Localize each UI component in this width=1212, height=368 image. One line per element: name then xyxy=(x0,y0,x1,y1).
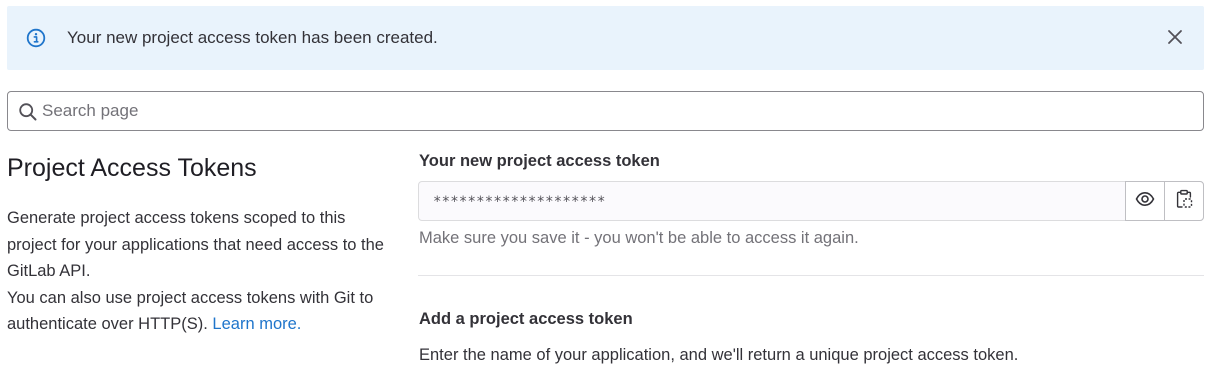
add-token-title: Add a project access token xyxy=(419,310,633,328)
alert-message: Your new project access token has been c… xyxy=(67,28,438,47)
eye-icon xyxy=(1135,189,1155,214)
search-icon xyxy=(18,102,38,122)
info-icon xyxy=(26,28,46,48)
masked-token-value[interactable]: ******************** xyxy=(433,192,606,212)
new-token-label: Your new project access token xyxy=(419,152,660,170)
page-title: Project Access Tokens xyxy=(7,154,257,182)
search-input[interactable] xyxy=(42,98,1182,124)
clipboard-icon xyxy=(1174,189,1194,214)
token-help-text: Make sure you save it - you won't be abl… xyxy=(419,229,859,247)
token-created-alert: Your new project access token has been c… xyxy=(7,6,1204,70)
search-box[interactable] xyxy=(7,91,1204,131)
add-token-description: Enter the name of your application, and … xyxy=(419,346,1019,364)
learn-more-link[interactable]: Learn more. xyxy=(212,315,301,333)
section-divider xyxy=(418,275,1204,276)
close-icon[interactable] xyxy=(1164,26,1186,48)
new-token-field[interactable]: ******************** xyxy=(418,181,1204,221)
description-git-text: You can also use project access tokens w… xyxy=(7,288,374,334)
description-text: Generate project access tokens scoped to… xyxy=(7,209,384,280)
reveal-token-button[interactable] xyxy=(1125,181,1165,221)
page-description: Generate project access tokens scoped to… xyxy=(7,205,387,338)
copy-token-button[interactable] xyxy=(1164,181,1204,221)
